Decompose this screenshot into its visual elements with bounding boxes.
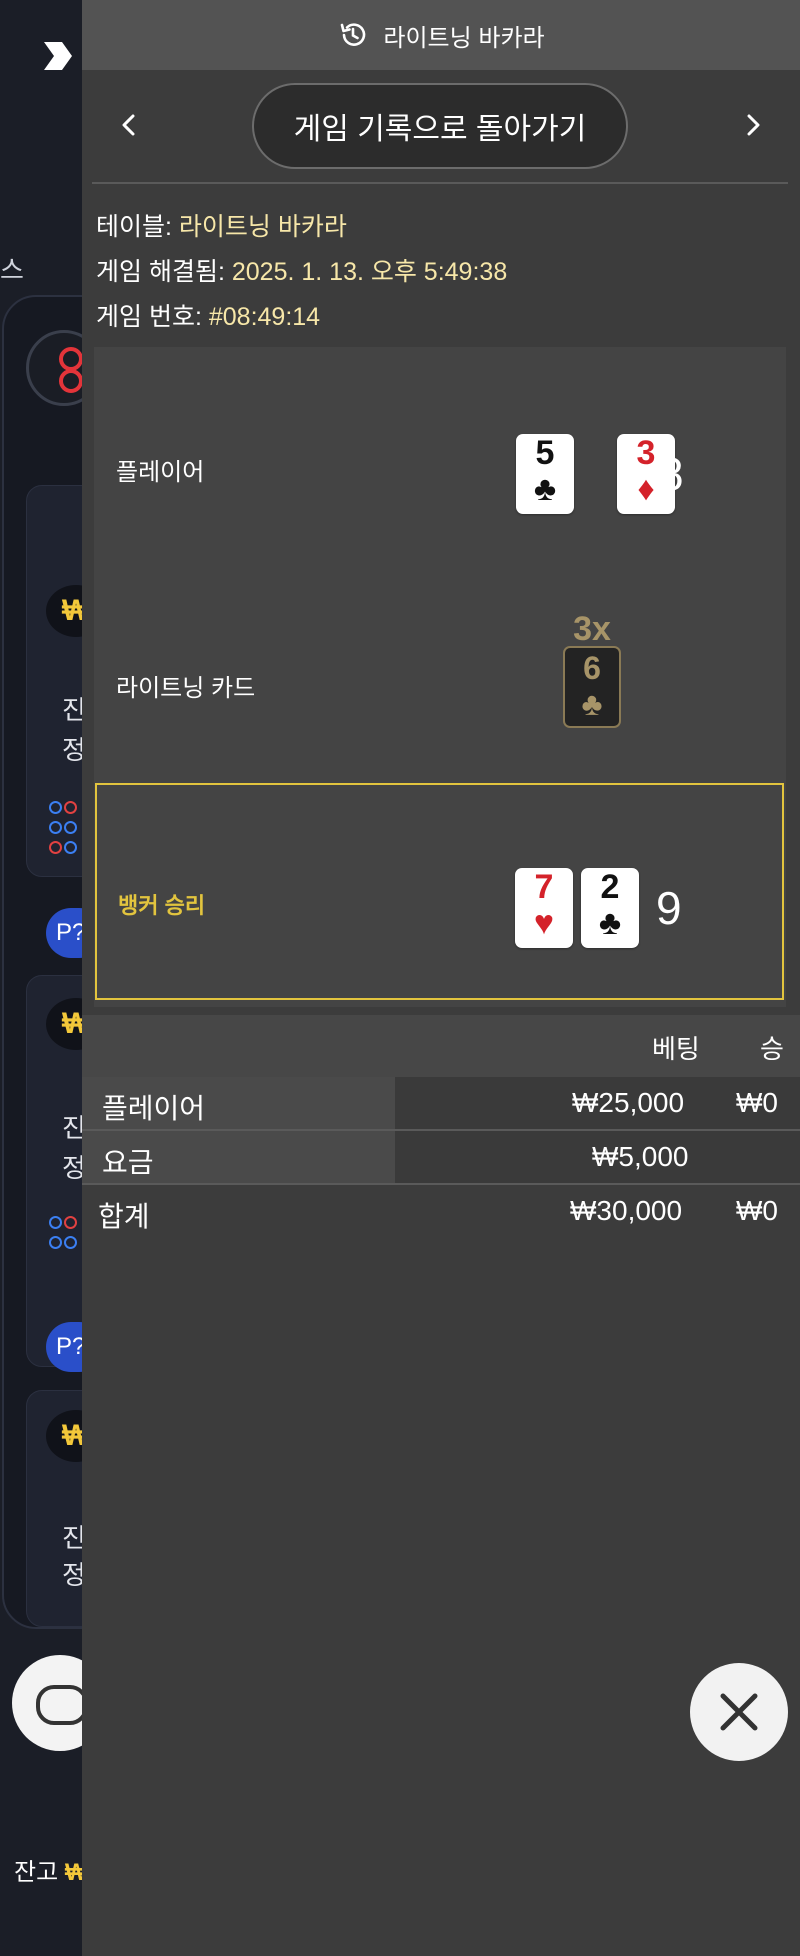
panel-title: 라이트닝 바카라 (383, 24, 545, 52)
card-suit: ♣ (581, 686, 603, 722)
table-label: 테이블: (96, 213, 172, 241)
logo-icon (44, 42, 72, 70)
table-row: 플레이어 ₩25,000 ₩0 (82, 1077, 800, 1129)
resolved-label: 게임 해결됨: (96, 258, 225, 286)
resolved-value: 2025. 1. 13. 오후 5:49:38 (231, 258, 508, 286)
playing-card: 2 ♣ (581, 868, 639, 948)
chat-icon (36, 1685, 88, 1725)
total-bet: ₩30,000 (570, 1195, 683, 1226)
total-win: ₩0 (736, 1195, 778, 1226)
win-amount: ₩0 (736, 1087, 778, 1118)
card-suit: ♣ (598, 904, 622, 942)
bet-name: 요금 (102, 1147, 154, 1178)
lightning-card: 6 ♣ (563, 646, 621, 728)
banker-win-label: 뱅커 승리 (118, 893, 206, 918)
game-number-value: #08:49:14 (208, 303, 321, 331)
card-rank: 6 (583, 650, 601, 686)
close-button[interactable] (690, 1663, 788, 1761)
bet-amount: ₩5,000 (592, 1141, 689, 1172)
table-row: 요금 ₩5,000 (82, 1131, 800, 1183)
card-rank: 2 (600, 868, 620, 906)
playing-card: 7 ♥ (515, 868, 573, 948)
chevron-right-icon[interactable] (738, 110, 768, 140)
player-label: 플레이어 (116, 459, 205, 486)
game-number-label: 게임 번호: (96, 303, 202, 331)
win-column-header: 승 (760, 1034, 784, 1064)
playing-card: 5 ♣ (516, 434, 574, 514)
history-icon (341, 23, 366, 46)
card-suit: ♣ (533, 470, 557, 508)
lightning-multiplier: 3x (573, 610, 611, 648)
bet-column-header: 베팅 (652, 1034, 700, 1064)
total-row: 합계 ₩30,000 ₩0 (82, 1185, 800, 1237)
back-to-history-button[interactable]: 게임 기록으로 돌아가기 (252, 83, 628, 169)
resolved-info: 게임 해결됨: 2025. 1. 13. 오후 5:49:38 (96, 252, 507, 288)
game-number-info: 게임 번호: #08:49:14 (96, 297, 320, 333)
card-suit: ♥ (533, 904, 555, 942)
close-icon (720, 1693, 758, 1731)
card-rank: 5 (535, 434, 555, 472)
card-rank: 7 (534, 868, 554, 906)
table-info: 테이블: 라이트닝 바카라 (96, 207, 347, 243)
bet-amount: ₩25,000 (572, 1087, 685, 1118)
bet-name: 플레이어 (102, 1093, 206, 1124)
total-label: 합계 (98, 1201, 150, 1232)
banker-score: 9 (656, 882, 682, 934)
bets-header: 베팅 승 (82, 1015, 800, 1077)
lightning-card-label: 라이트닝 카드 (116, 675, 256, 702)
player-score: 8 (658, 448, 684, 500)
table-value: 라이트닝 바카라 (178, 213, 347, 241)
panel-header: 라이트닝 바카라 (82, 0, 800, 70)
lobby-side-text: 스 (0, 255, 24, 285)
chevron-left-icon[interactable] (114, 110, 144, 140)
balance-label: 잔고 (14, 1859, 59, 1886)
divider (92, 182, 788, 184)
